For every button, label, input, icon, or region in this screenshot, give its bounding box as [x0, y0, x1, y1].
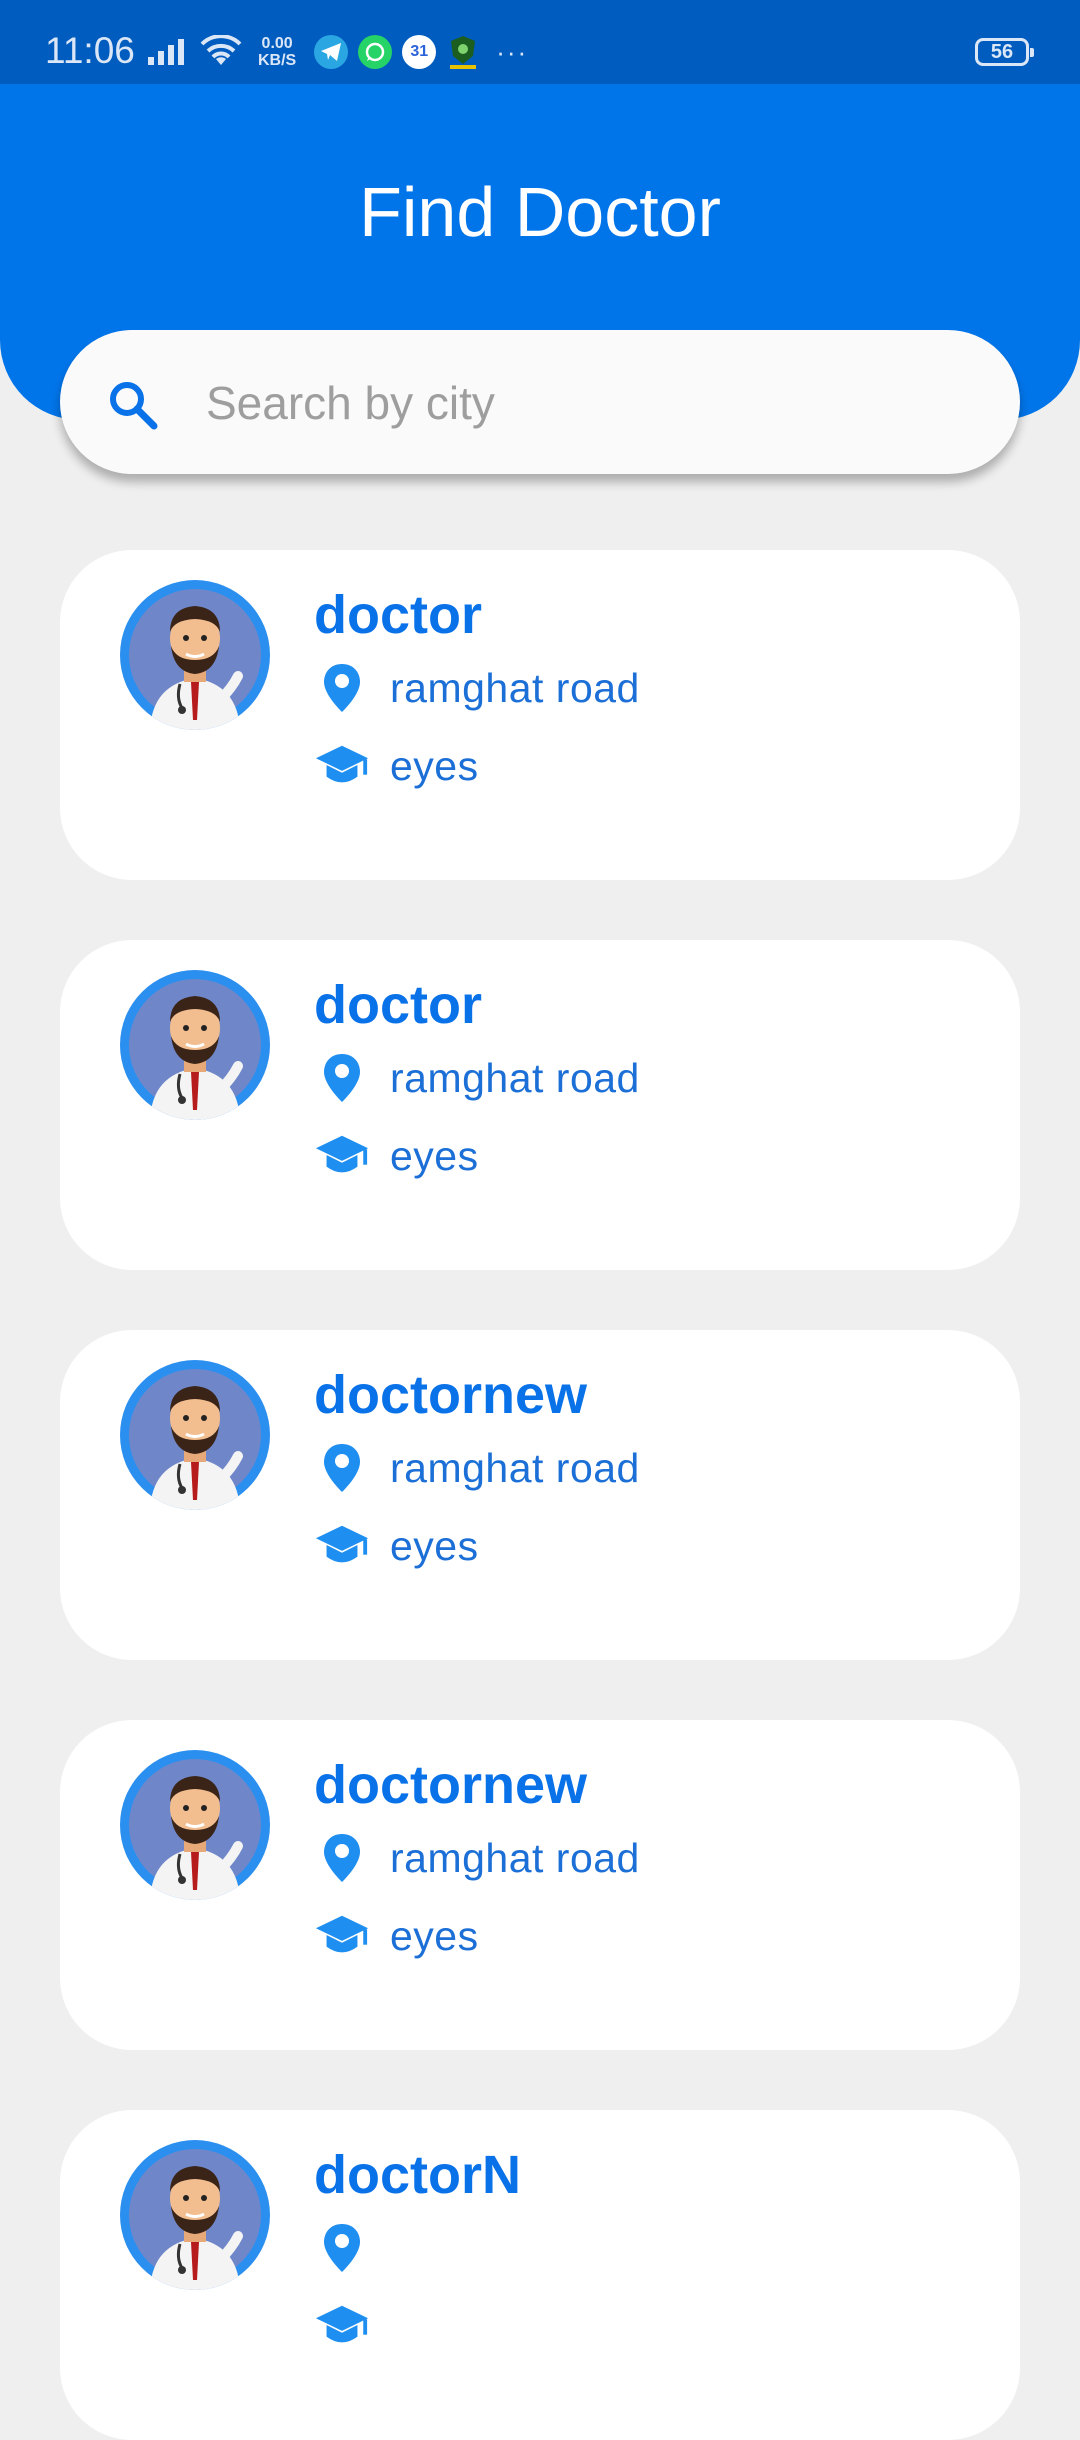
doctor-avatar-icon — [120, 1360, 270, 1510]
search-bar[interactable] — [60, 330, 1020, 474]
doctor-card[interactable]: doctor ramghat road eyes — [60, 550, 1020, 880]
graduation-cap-icon — [314, 1518, 370, 1574]
doctor-location: ramghat road — [390, 1444, 640, 1491]
doctor-specialty: eyes — [390, 1132, 479, 1179]
doctor-name: doctornew — [314, 1755, 588, 1815]
status-icons: 0.00 KB/S 31 ··· — [146, 30, 528, 74]
doctor-specialty: eyes — [390, 742, 479, 789]
status-bar: 11:06 0.00 KB/S 31 ··· 56 — [0, 0, 1080, 84]
doctor-specialty: eyes — [390, 1522, 479, 1569]
doctor-location-row: ramghat road — [314, 660, 640, 716]
doctor-name: doctornew — [314, 1365, 588, 1425]
doctor-card[interactable]: doctor ramghat road eyes — [60, 940, 1020, 1270]
doctor-specialty-row — [314, 2298, 390, 2354]
status-time: 11:06 — [45, 30, 135, 71]
doctor-name: doctor — [314, 975, 482, 1035]
network-speed-unit: KB/S — [258, 52, 297, 69]
signal-icon — [148, 39, 184, 65]
doctor-specialty-row: eyes — [314, 1518, 479, 1574]
doctor-specialty-row: eyes — [314, 1908, 479, 1964]
graduation-cap-icon — [314, 2298, 370, 2354]
doctor-name: doctor — [314, 585, 482, 645]
page-title: Find Doctor — [359, 173, 721, 251]
search-icon[interactable] — [104, 376, 160, 432]
network-speed: 0.00 KB/S — [258, 35, 296, 69]
battery-level: 56 — [990, 40, 1014, 63]
doctor-card[interactable]: doctornew ramghat road eyes — [60, 1720, 1020, 2050]
shield-app-icon — [446, 35, 480, 69]
doctor-avatar-icon — [120, 1750, 270, 1900]
battery-icon: 56 — [975, 38, 1034, 66]
graduation-cap-icon — [314, 738, 370, 794]
doctor-location: ramghat road — [390, 1834, 640, 1881]
doctor-location: ramghat road — [390, 1054, 640, 1101]
doctor-name: doctorN — [314, 2145, 521, 2205]
doctor-avatar-icon — [120, 2140, 270, 2290]
wifi-icon — [200, 35, 242, 65]
doctor-location-row: ramghat road — [314, 1440, 640, 1496]
whatsapp-icon — [358, 35, 393, 69]
telegram-icon — [314, 35, 349, 69]
doctor-specialty-row: eyes — [314, 1128, 479, 1184]
location-pin-icon — [314, 660, 370, 716]
graduation-cap-icon — [314, 1128, 370, 1184]
doctor-location-row: ramghat road — [314, 1830, 640, 1886]
network-speed-value: 0.00 — [261, 35, 293, 52]
location-pin-icon — [314, 1830, 370, 1886]
location-pin-icon — [314, 1440, 370, 1496]
doctor-specialty: eyes — [390, 1912, 479, 1959]
more-notifications-icon: ··· — [496, 36, 529, 67]
doctor-avatar-icon — [120, 970, 270, 1120]
search-input[interactable] — [204, 366, 968, 440]
calendar-day: 31 — [410, 43, 429, 60]
doctor-avatar-icon — [120, 580, 270, 730]
doctor-specialty-row: eyes — [314, 738, 479, 794]
calendar-icon: 31 — [402, 35, 437, 69]
graduation-cap-icon — [314, 1908, 370, 1964]
location-pin-icon — [314, 2220, 370, 2276]
doctor-location-row: ramghat road — [314, 1050, 640, 1106]
location-pin-icon — [314, 1050, 370, 1106]
doctor-location: ramghat road — [390, 664, 640, 711]
doctor-card[interactable]: doctornew ramghat road eyes — [60, 1330, 1020, 1660]
doctor-location-row — [314, 2220, 390, 2276]
